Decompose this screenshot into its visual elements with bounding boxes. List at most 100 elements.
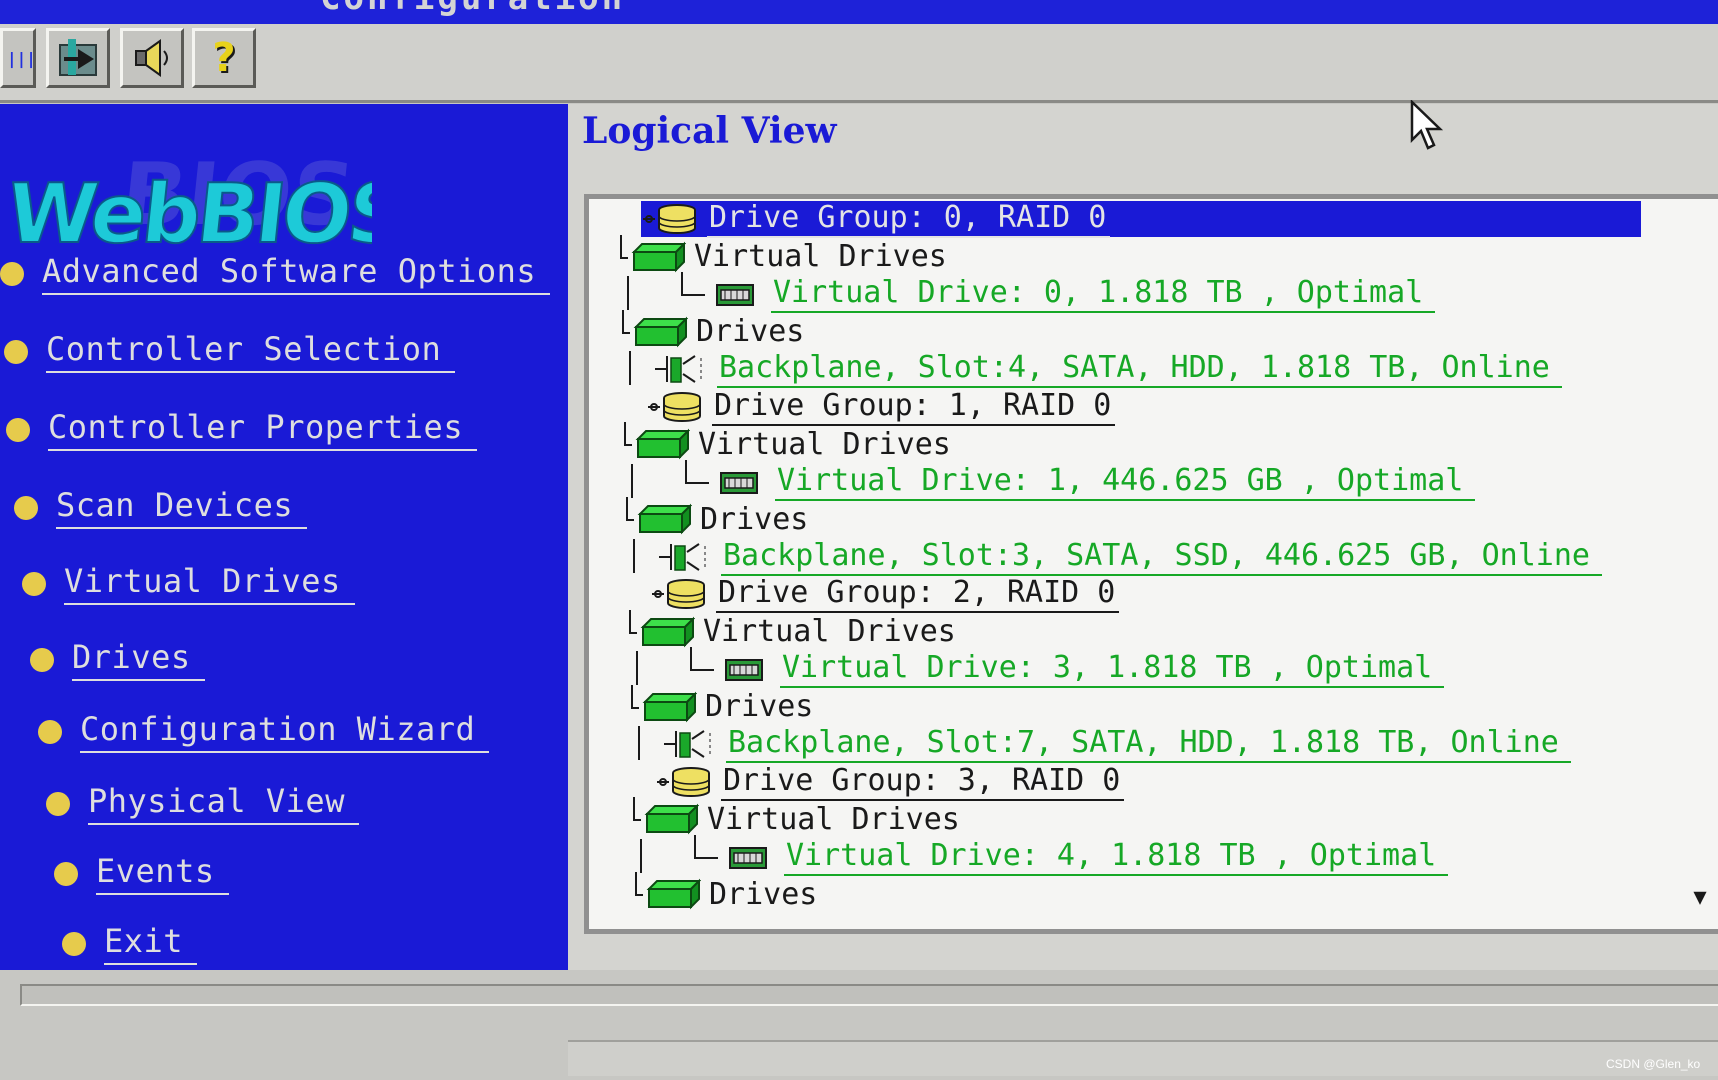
- speaker-icon: [135, 39, 168, 77]
- bullet-icon: [38, 719, 62, 744]
- webbios-logo: BIOS WebBIOS: [12, 145, 372, 262]
- tree-connector: [681, 272, 683, 296]
- tree-node-label: Virtual Drive: 1, 446.625 GB , Optimal: [775, 463, 1476, 501]
- nav-virtual-drives[interactable]: Virtual Drives: [22, 562, 355, 605]
- nav-label: Controller Selection: [46, 330, 456, 373]
- tree-group-row[interactable]: Virtual Drives: [637, 614, 956, 650]
- virtual-drive-row[interactable]: Virtual Drive: 3, 1.818 TB , Optimal: [714, 650, 1445, 688]
- tree-group-row[interactable]: Drives: [639, 689, 813, 725]
- help-icon: ?: [212, 35, 236, 81]
- nav-label: Physical View: [88, 782, 359, 825]
- tree-connector: [629, 609, 631, 634]
- bullet-icon: [0, 261, 24, 286]
- nav-controller-selection[interactable]: Controller Selection: [4, 330, 456, 373]
- virtual-drive-icon: [709, 465, 767, 499]
- tree-group-row[interactable]: Virtual Drives: [641, 801, 960, 837]
- tree-node-label: Backplane, Slot:7, SATA, HDD, 1.818 TB, …: [726, 725, 1571, 763]
- tree-connector: [681, 294, 705, 296]
- tree-group-row[interactable]: Virtual Drives: [628, 239, 947, 275]
- home-icon: [59, 39, 97, 76]
- tree-node-label: Drives: [700, 501, 809, 537]
- virtual-drive-icon: [705, 277, 763, 311]
- nav-scan-devices[interactable]: Scan Devices: [14, 486, 308, 529]
- nav-label: Virtual Drives: [64, 562, 355, 605]
- nav-label: Advanced Software Options: [42, 252, 551, 295]
- disk-stack-icon: [650, 577, 708, 611]
- nav-advanced-software-options[interactable]: Advanced Software Options: [0, 252, 551, 295]
- tree-node-label: Drives: [709, 876, 818, 912]
- tree-connector: [685, 459, 687, 484]
- tree-connector: [626, 497, 628, 521]
- drive-group-row[interactable]: Drive Group: 1, RAID 0: [646, 388, 1116, 426]
- nav-label: Drives: [72, 638, 205, 681]
- disk-stack-icon: [655, 765, 713, 799]
- nav-controller-properties[interactable]: Controller Properties: [6, 408, 478, 451]
- tree-node-label: Virtual Drives: [707, 801, 960, 837]
- tree-connector: [635, 872, 637, 896]
- backplane-drive-row[interactable]: Backplane, Slot:7, SATA, HDD, 1.818 TB, …: [660, 725, 1571, 763]
- virtual-drive-row[interactable]: Virtual Drive: 1, 446.625 GB , Optimal: [709, 463, 1476, 501]
- tree-connector: [631, 684, 633, 709]
- backplane-drive-row[interactable]: Backplane, Slot:3, SATA, SSD, 446.625 GB…: [655, 538, 1602, 576]
- virtual-drive-row[interactable]: Virtual Drive: 0, 1.818 TB , Optimal: [705, 275, 1436, 313]
- drive-group-row[interactable]: Drive Group: 2, RAID 0: [650, 575, 1120, 613]
- virtual-drive-row[interactable]: Virtual Drive: 4, 1.818 TB , Optimal: [718, 838, 1449, 876]
- tree-connector: [620, 234, 622, 259]
- bullet-icon: [4, 339, 28, 364]
- tree-node-label: Virtual Drives: [694, 239, 947, 274]
- tree-node-label: Virtual Drives: [698, 426, 951, 462]
- tree-connector: [690, 647, 692, 671]
- tree-connector: [640, 838, 642, 873]
- tree-connector: [636, 651, 638, 685]
- tree-node-label: Drives: [696, 314, 805, 349]
- watermark: CSDN @Glen_ko: [1606, 1057, 1701, 1071]
- help-button[interactable]: ?: [192, 28, 256, 88]
- speaker-button[interactable]: [120, 28, 184, 88]
- scroll-down-arrow[interactable]: ▼: [1682, 880, 1718, 914]
- tree-group-row[interactable]: Drives: [634, 501, 808, 537]
- bars-icon: |||: [7, 49, 36, 68]
- disk-stack-icon: [641, 202, 699, 236]
- logical-tree[interactable]: Drive Group: 0, RAID 0 Virtual Drives Virt…: [584, 194, 1718, 934]
- folder-icon: [632, 427, 691, 461]
- tree-connector: [629, 351, 631, 385]
- tree-node-label: Virtual Drives: [703, 614, 956, 649]
- home-button[interactable]: [46, 28, 110, 88]
- folder-icon: [643, 877, 702, 911]
- tree-node-label: Drive Group: 2, RAID 0: [716, 575, 1120, 613]
- tree-node-label: Drive Group: 0, RAID 0: [707, 200, 1111, 238]
- tree-connector: [694, 834, 696, 859]
- tree-connector: [633, 797, 635, 821]
- tree-group-row[interactable]: Virtual Drives: [632, 426, 951, 462]
- tree-connector: [638, 726, 640, 760]
- tree-connector: [685, 481, 709, 484]
- drive-group-row[interactable]: Drive Group: 0, RAID 0: [641, 200, 1641, 238]
- nav-exit[interactable]: Exit: [62, 922, 198, 965]
- svg-text:WebBIOS: WebBIOS: [12, 167, 372, 262]
- folder-icon: [637, 615, 696, 649]
- nav-configuration-wizard[interactable]: Configuration Wizard: [38, 710, 490, 753]
- tree-connector: [622, 309, 624, 334]
- nav-events[interactable]: Events: [54, 852, 229, 895]
- tree-node-label: Virtual Drive: 4, 1.818 TB , Optimal: [784, 838, 1449, 876]
- backplane-drive-row[interactable]: Backplane, Slot:4, SATA, HDD, 1.818 TB, …: [651, 350, 1562, 388]
- bullet-icon: [22, 571, 46, 596]
- toolbar-edge-button[interactable]: |||: [0, 28, 36, 88]
- horizontal-scrollbar[interactable]: [568, 1040, 1718, 1076]
- nav-physical-view[interactable]: Physical View: [46, 782, 359, 825]
- bullet-icon: [54, 861, 78, 886]
- folder-icon: [630, 315, 689, 349]
- drive-group-row[interactable]: Drive Group: 3, RAID 0: [655, 763, 1125, 801]
- nav-label: Configuration Wizard: [80, 710, 490, 753]
- tree-connector: [690, 669, 714, 671]
- nav-drives[interactable]: Drives: [30, 638, 205, 681]
- tree-group-row[interactable]: Drives: [643, 876, 817, 912]
- folder-icon: [634, 502, 693, 536]
- tree-group-row[interactable]: Drives: [630, 314, 804, 350]
- tree-node-label: Backplane, Slot:4, SATA, HDD, 1.818 TB, …: [717, 350, 1562, 388]
- mouse-cursor-icon: [1410, 100, 1444, 150]
- tree-connector: [627, 276, 629, 310]
- folder-icon: [639, 690, 698, 724]
- tree-connector: [694, 856, 718, 859]
- backplane-icon: [651, 352, 709, 386]
